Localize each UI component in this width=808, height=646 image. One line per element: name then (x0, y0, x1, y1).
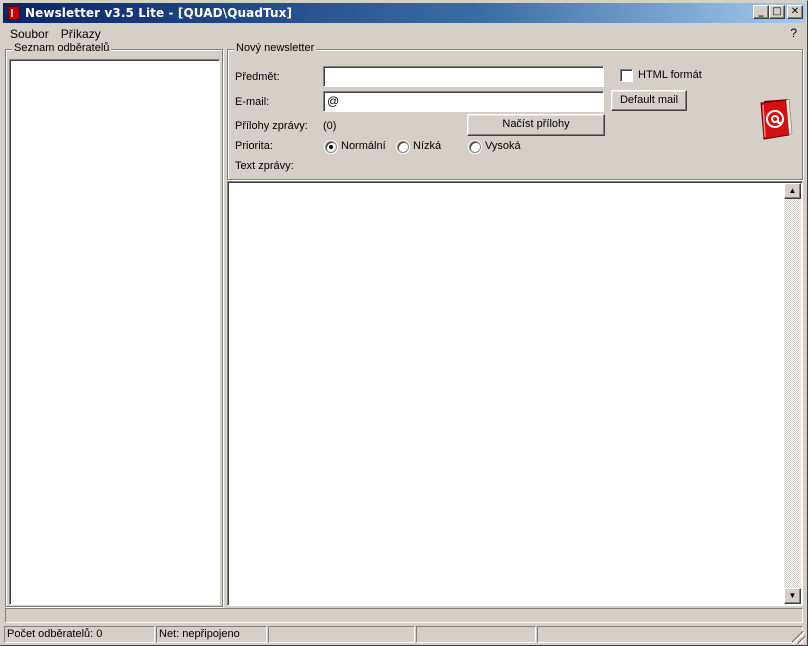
scroll-up-button[interactable]: ▲ (784, 183, 801, 199)
priority-normal-label[interactable]: Normální (341, 140, 386, 152)
subject-input[interactable] (323, 66, 604, 87)
email-label: E-mail: (235, 96, 270, 108)
priority-high-radio[interactable] (469, 141, 481, 153)
status-network: Net: nepřipojeno (156, 626, 267, 643)
menu-soubor[interactable]: Soubor (3, 27, 55, 41)
newsletter-group: Nový newsletter Předmět: HTML formát E-m… (227, 42, 803, 180)
close-button[interactable]: ✕ (787, 5, 803, 19)
status-bar: Počet odběratelů: 0 Net: nepřipojeno (3, 625, 805, 644)
message-text-label: Text zprávy: (235, 160, 294, 172)
resize-grip[interactable] (792, 631, 805, 644)
window-controls: _ □ ✕ (753, 5, 803, 19)
title-bar[interactable]: Newsletter v3.5 Lite - [QUAD\QuadTux] _ … (3, 3, 805, 23)
email-input[interactable]: @ (323, 91, 604, 112)
attachments-label: Přílohy zprávy: (235, 120, 308, 132)
status-panel-5 (537, 626, 803, 643)
app-book-icon[interactable] (8, 6, 20, 20)
scroll-down-button[interactable]: ▼ (784, 588, 801, 604)
default-mail-button[interactable]: Default mail (611, 90, 687, 111)
message-scrollbar[interactable]: ▲ ▼ (784, 183, 801, 604)
minimize-button[interactable]: _ (753, 5, 769, 19)
load-attachments-button[interactable]: Načíst přílohy (467, 114, 605, 136)
subject-label: Předmět: (235, 71, 280, 83)
close-icon: ✕ (790, 6, 800, 17)
status-panel-3 (268, 626, 415, 643)
status-subscriber-count: Počet odběratelů: 0 (4, 626, 155, 643)
status-panel-4 (416, 626, 536, 643)
message-text-area[interactable]: ▲ ▼ (227, 181, 803, 606)
html-format-checkbox[interactable] (620, 69, 633, 82)
html-format-label[interactable]: HTML formát (638, 69, 702, 81)
maximize-icon: □ (772, 6, 782, 17)
bottom-panel (5, 608, 803, 623)
subscribers-group-title: Seznam odběratelů (12, 42, 112, 54)
address-book-icon (760, 98, 793, 140)
priority-low-radio[interactable] (397, 141, 409, 153)
subscribers-group: Seznam odběratelů (5, 42, 223, 607)
attachments-count: (0) (323, 120, 337, 132)
subscribers-list[interactable] (9, 59, 220, 605)
priority-label: Priorita: (235, 140, 273, 152)
menu-prikazy[interactable]: Příkazy (55, 27, 107, 41)
app-window: Newsletter v3.5 Lite - [QUAD\QuadTux] _ … (0, 0, 808, 646)
newsletter-group-title: Nový newsletter (234, 42, 317, 54)
priority-high-label[interactable]: Vysoká (485, 140, 521, 152)
maximize-button[interactable]: □ (769, 5, 785, 19)
menu-bar: Soubor Příkazy ? (3, 24, 805, 43)
minimize-icon: _ (758, 6, 764, 17)
window-title: Newsletter v3.5 Lite - [QUAD\QuadTux] (25, 6, 293, 20)
menu-help[interactable]: ? (790, 26, 797, 40)
priority-normal-radio[interactable] (325, 141, 337, 153)
priority-low-label[interactable]: Nízká (413, 140, 441, 152)
